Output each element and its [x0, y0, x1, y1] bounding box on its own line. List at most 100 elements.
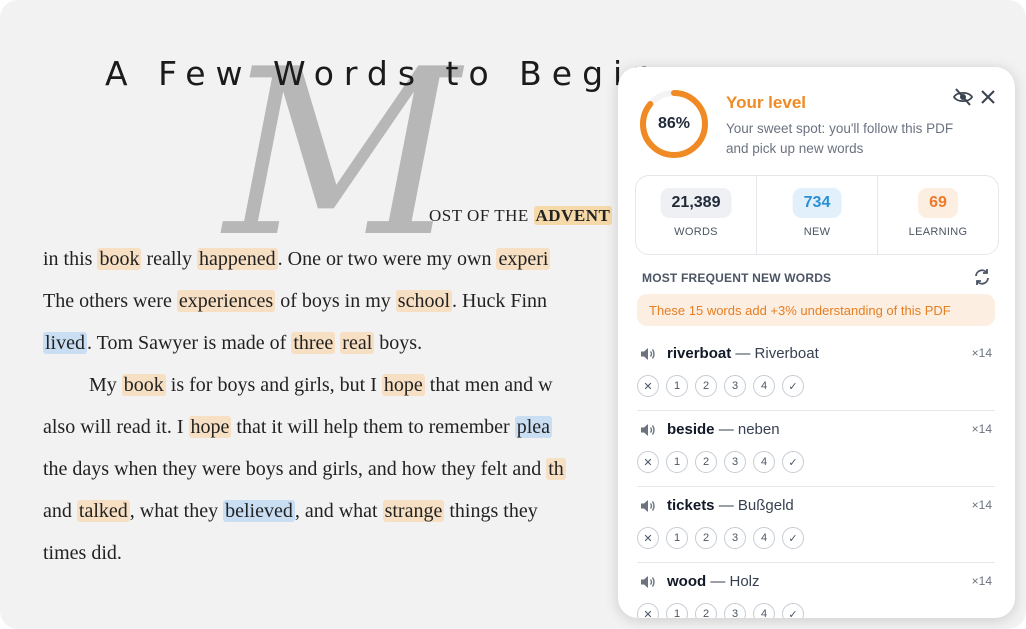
speaker-icon[interactable] — [640, 423, 656, 437]
text-line: and talked, what they believed, and what… — [43, 496, 538, 526]
word-frequency: ×14 — [971, 346, 992, 360]
text-line: times did. — [43, 538, 122, 568]
rating-1-button[interactable]: 1 — [666, 527, 688, 549]
text-run: The others were — [43, 290, 177, 312]
highlighted-word[interactable]: hope — [381, 374, 425, 396]
word-term: riverboat — [667, 345, 732, 362]
highlighted-word[interactable]: strange — [382, 500, 445, 522]
rating-ignore-button[interactable]: ✕ — [637, 375, 659, 397]
rating-1-button[interactable]: 1 — [666, 375, 688, 397]
word-translation: neben — [737, 421, 780, 438]
vocabulary-panel: 86% Your level Your sweet spot: you'll f… — [618, 67, 1015, 618]
stat-new-label: NEW — [803, 226, 831, 238]
text-run: , and what — [294, 500, 383, 522]
level-title: Your level — [726, 93, 806, 112]
text-run: also will read it. I — [43, 416, 189, 438]
text-line: lived. Tom Sawyer is made of three real … — [43, 328, 422, 358]
word-separator: — — [714, 497, 738, 514]
text-run: in this — [43, 248, 98, 270]
text-run: that men and w — [424, 374, 553, 396]
speaker-icon[interactable] — [640, 575, 656, 589]
text-run: , what they — [129, 500, 224, 522]
rating-known-button[interactable]: ✓ — [782, 451, 804, 473]
word-term: tickets — [667, 497, 715, 514]
text-run: boys. — [374, 332, 423, 354]
highlighted-word[interactable]: happened — [196, 248, 278, 270]
rating-known-button[interactable]: ✓ — [782, 527, 804, 549]
word-translation: Holz — [729, 573, 760, 590]
highlighted-word[interactable]: believed — [223, 500, 295, 522]
highlighted-word[interactable]: experi — [496, 248, 551, 270]
word-entry: riverboat — Riverboat — [667, 345, 819, 362]
text-run: My — [89, 374, 122, 396]
rating-1-button[interactable]: 1 — [666, 451, 688, 473]
rating-4-button[interactable]: 4 — [753, 451, 775, 473]
word-term: wood — [667, 573, 707, 590]
highlighted-word[interactable]: ADVENT — [533, 206, 613, 225]
speaker-icon[interactable] — [640, 499, 656, 513]
rating-known-button[interactable]: ✓ — [782, 375, 804, 397]
text-run: OST OF THE — [429, 206, 534, 225]
rating-3-button[interactable]: 3 — [724, 603, 746, 618]
stat-words-label: WORDS — [674, 226, 718, 238]
rating-4-button[interactable]: 4 — [753, 603, 775, 618]
word-entry: tickets — Bußgeld — [667, 497, 794, 514]
rating-buttons: ✕ 1 2 3 4 ✓ — [637, 375, 811, 397]
word-frequency: ×14 — [971, 422, 992, 436]
word-row: riverboat — Riverboat ×14 ✕ 1 2 3 4 ✓ — [637, 335, 995, 411]
stats-box: 21,389 WORDS 734 NEW 69 LEARNING — [635, 175, 999, 255]
highlighted-word[interactable]: school — [395, 290, 452, 312]
rating-1-button[interactable]: 1 — [666, 603, 688, 618]
word-entry: wood — Holz — [667, 573, 760, 590]
stat-new-value: 734 — [792, 188, 842, 218]
hide-highlights-icon[interactable] — [952, 86, 974, 108]
rating-ignore-button[interactable]: ✕ — [637, 451, 659, 473]
level-description: Your sweet spot: you'll follow this PDF … — [726, 121, 954, 156]
rating-buttons: ✕ 1 2 3 4 ✓ — [637, 603, 811, 618]
understanding-banner: These 15 words add +3% understanding of … — [637, 294, 995, 326]
level-percent: 86% — [657, 115, 691, 132]
highlighted-word[interactable]: th — [546, 458, 566, 480]
word-separator: — — [731, 345, 755, 362]
highlighted-word[interactable]: book — [97, 248, 142, 270]
rating-ignore-button[interactable]: ✕ — [637, 527, 659, 549]
highlighted-word[interactable]: experiences — [176, 290, 276, 312]
word-translation: Riverboat — [754, 345, 819, 362]
word-entry: beside — neben — [667, 421, 780, 438]
word-frequency: ×14 — [971, 498, 992, 512]
highlighted-word[interactable]: book — [121, 374, 166, 396]
rating-3-button[interactable]: 3 — [724, 451, 746, 473]
rating-2-button[interactable]: 2 — [695, 603, 717, 618]
rating-3-button[interactable]: 3 — [724, 527, 746, 549]
stat-words-value: 21,389 — [660, 188, 732, 218]
speaker-icon[interactable] — [640, 347, 656, 361]
highlighted-word[interactable]: lived — [43, 332, 87, 354]
text-line: My book is for boys and girls, but I hop… — [89, 370, 553, 400]
rating-2-button[interactable]: 2 — [695, 451, 717, 473]
word-term: beside — [667, 421, 715, 438]
rating-4-button[interactable]: 4 — [753, 527, 775, 549]
rating-3-button[interactable]: 3 — [724, 375, 746, 397]
highlighted-word[interactable]: real — [340, 332, 375, 354]
rating-2-button[interactable]: 2 — [695, 375, 717, 397]
word-frequency: ×14 — [971, 574, 992, 588]
text-line: the days when they were boys and girls, … — [43, 454, 566, 484]
stat-new: 734 NEW — [757, 176, 878, 254]
close-icon[interactable] — [977, 86, 999, 108]
highlighted-word[interactable]: hope — [188, 416, 232, 438]
word-separator: — — [714, 421, 738, 438]
text-run: really — [141, 248, 197, 270]
highlighted-word[interactable]: plea — [514, 416, 552, 438]
rating-ignore-button[interactable]: ✕ — [637, 603, 659, 618]
stat-words: 21,389 WORDS — [636, 176, 757, 254]
rating-4-button[interactable]: 4 — [753, 375, 775, 397]
refresh-icon[interactable] — [972, 267, 992, 287]
highlighted-word[interactable]: three — [291, 332, 336, 354]
rating-known-button[interactable]: ✓ — [782, 603, 804, 618]
rating-buttons: ✕ 1 2 3 4 ✓ — [637, 451, 811, 473]
text-run: of boys in my — [275, 290, 396, 312]
highlighted-word[interactable]: talked — [76, 500, 130, 522]
text-line: OST OF THE ADVENT — [429, 200, 613, 231]
rating-2-button[interactable]: 2 — [695, 527, 717, 549]
text-run: . Huck Finn — [452, 290, 547, 312]
